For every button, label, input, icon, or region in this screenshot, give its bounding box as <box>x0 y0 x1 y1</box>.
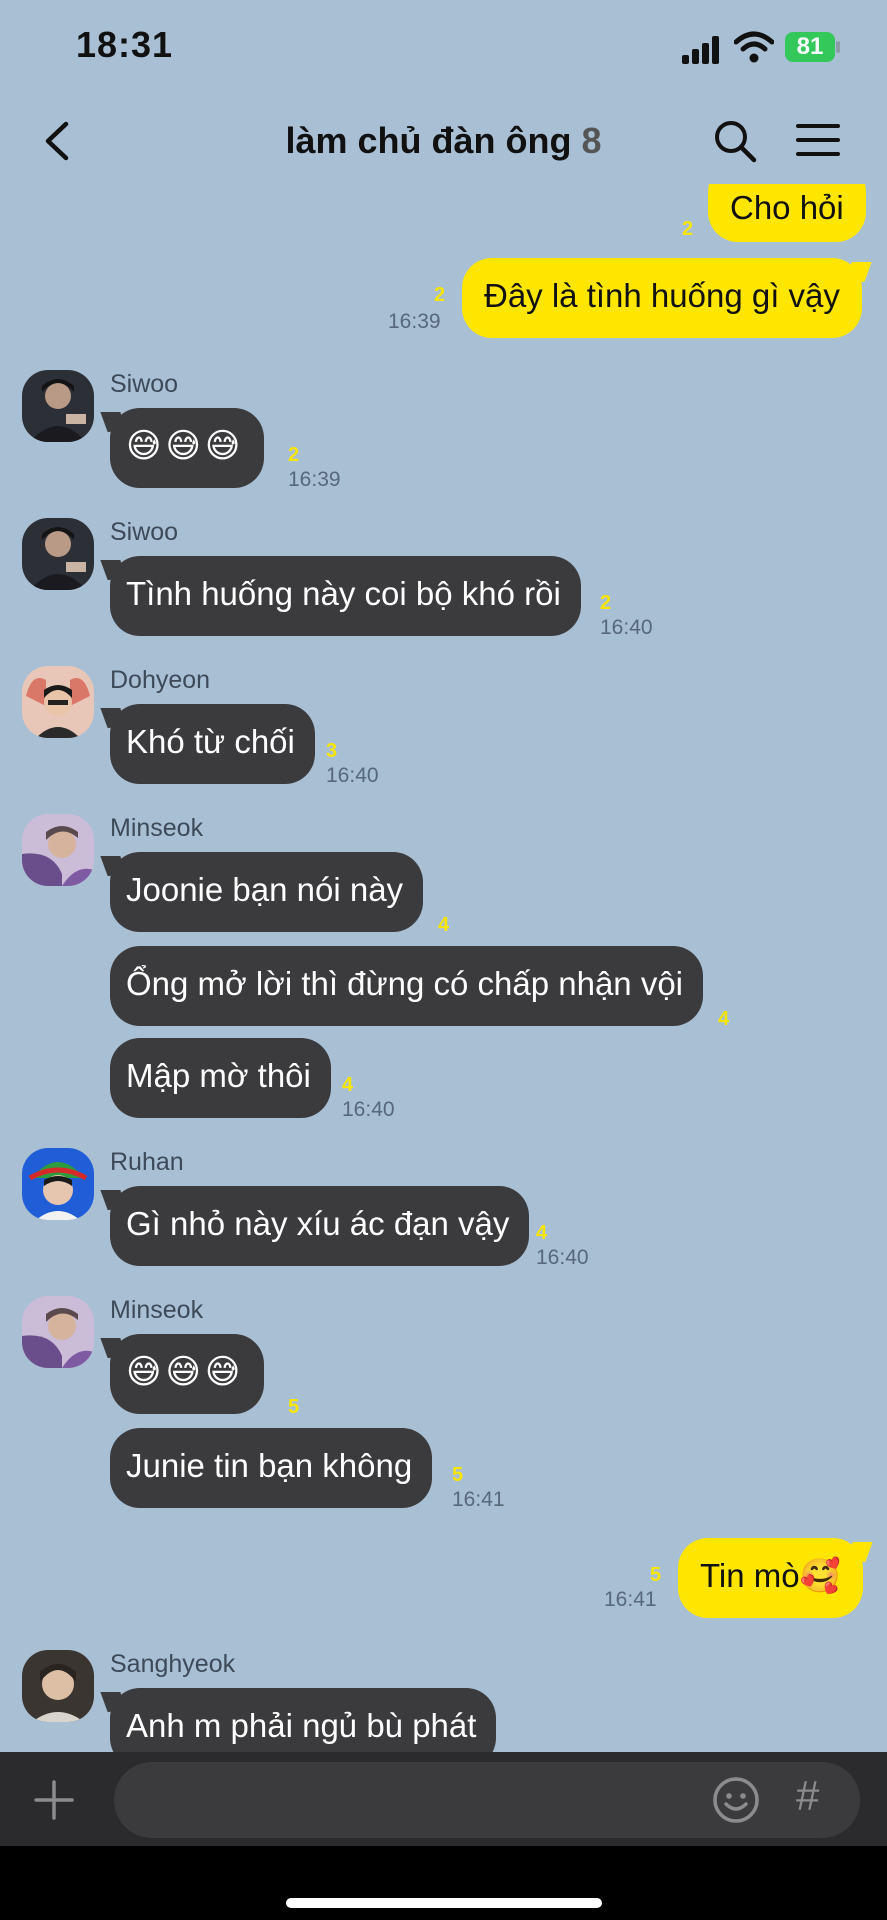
message-time: 16:40 <box>600 616 653 639</box>
wifi-icon <box>734 31 774 63</box>
status-time: 18:31 <box>76 24 174 65</box>
unread-count: 2 <box>434 284 446 306</box>
battery-icon: 81 <box>785 32 835 62</box>
avatar-minseok[interactable] <box>22 1296 94 1368</box>
unread-count: 3 <box>326 740 338 762</box>
hashtag-search-button[interactable]: # <box>796 1772 819 1820</box>
unread-count: 4 <box>536 1222 548 1244</box>
avatar-sanghyeok[interactable] <box>22 1650 94 1722</box>
avatar-minseok[interactable] <box>22 814 94 886</box>
search-icon[interactable] <box>712 118 758 164</box>
member-count: 8 <box>581 120 602 161</box>
chat-message-list[interactable]: 2 Cho hỏi 2 16:39 Đây là tình huống gì v… <box>0 184 887 1752</box>
message-time: 16:39 <box>388 310 441 333</box>
unread-count: 2 <box>600 592 612 614</box>
plus-icon[interactable] <box>34 1780 74 1820</box>
sender-name: Minseok <box>110 814 204 842</box>
battery-tip <box>836 41 840 53</box>
my-message-bubble[interactable]: Đây là tình huống gì vậy <box>462 258 862 338</box>
message-bubble[interactable]: Gì nhỏ này xíu ác đạn vậy <box>110 1186 530 1266</box>
status-bar: 18:31 81 <box>0 0 887 100</box>
message-time: 16:40 <box>536 1246 589 1269</box>
home-indicator[interactable] <box>286 1898 602 1908</box>
unread-count: 2 <box>288 444 300 466</box>
avatar-siwoo[interactable] <box>22 518 94 590</box>
message-bubble[interactable]: Tình huống này coi bộ khó rồi <box>110 556 581 636</box>
message-time: 16:39 <box>288 468 341 491</box>
avatar-ruhan[interactable] <box>22 1148 94 1220</box>
unread-count: 4 <box>718 1008 730 1030</box>
chat-header: làm chủ đàn ông 8 <box>0 100 887 184</box>
message-bubble[interactable]: 😅😅😅 <box>110 408 265 488</box>
unread-count: 2 <box>682 218 694 240</box>
unread-count: 5 <box>452 1464 464 1486</box>
unread-count: 5 <box>650 1564 662 1586</box>
emoji-icon[interactable] <box>712 1776 760 1824</box>
unread-count: 4 <box>438 914 450 936</box>
message-bubble[interactable]: Ổng mở lời thì đừng có chấp nhận vội <box>110 946 704 1026</box>
sender-name: Sanghyeok <box>110 1650 236 1678</box>
cellular-signal-icon <box>682 34 724 64</box>
message-time: 16:40 <box>326 764 379 787</box>
sender-name: Siwoo <box>110 370 179 398</box>
message-bubble[interactable]: 😅😅😅 <box>110 1334 265 1414</box>
avatar-siwoo[interactable] <box>22 370 94 442</box>
my-message-bubble[interactable]: Tin mò🥰 <box>678 1538 863 1618</box>
sender-name: Dohyeon <box>110 666 211 694</box>
home-area <box>0 1846 887 1920</box>
message-composer: # <box>0 1752 887 1846</box>
message-bubble[interactable]: Joonie bạn nói này <box>110 852 424 932</box>
message-bubble[interactable]: Anh m phải ngủ bù phát <box>110 1688 497 1752</box>
message-bubble[interactable]: Mập mờ thôi <box>110 1038 331 1118</box>
sender-name: Siwoo <box>110 518 179 546</box>
message-bubble[interactable]: Junie tin bạn không <box>110 1428 433 1508</box>
sender-name: Ruhan <box>110 1148 184 1176</box>
unread-count: 5 <box>288 1396 300 1418</box>
unread-count: 4 <box>342 1074 354 1096</box>
message-time: 16:41 <box>452 1488 505 1511</box>
chat-title-text: làm chủ đàn ông <box>285 120 572 161</box>
message-bubble[interactable]: Khó từ chối <box>110 704 315 784</box>
message-time: 16:40 <box>342 1098 395 1121</box>
message-time: 16:41 <box>604 1588 657 1611</box>
hamburger-menu-icon[interactable] <box>796 122 840 158</box>
avatar-dohyeon[interactable] <box>22 666 94 738</box>
my-message-bubble[interactable]: Cho hỏi <box>708 184 866 242</box>
sender-name: Minseok <box>110 1296 204 1324</box>
